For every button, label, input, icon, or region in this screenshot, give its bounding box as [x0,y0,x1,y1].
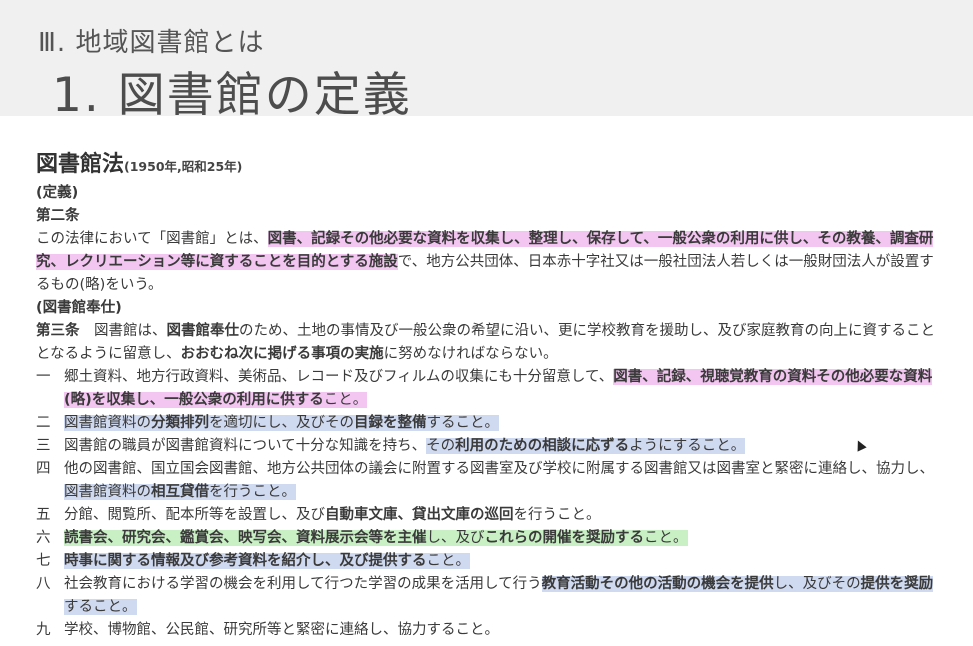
list-item-3: 三 図書館の職員が図書館資料について十分な知識を持ち、その利用のための相談に応ず… [36,435,940,458]
item-number: 九 [36,622,51,638]
item-bold: 自動車文庫、貸出文庫の巡回 [325,507,514,523]
list-item-1: 一 郷土資料、地方行政資料、美術品、レコード及びフィルムの収集にも十分留意して、… [36,366,940,412]
list-item-4: 四 他の図書館、国立国会図書館、地方公共団体の議会に附置する図書室及び学校に附属… [36,458,940,504]
article2-label: 第二条 [36,208,80,224]
item-highlight-bold: 分類排列 [151,415,209,431]
item-highlight-bold: 利用のための相談に応ずる [455,438,630,454]
law-title: 図書館法 [36,152,125,177]
list-item-7: 七 時事に関する情報及び参考資料を紹介し、及び提供すること。 [36,550,940,573]
item-number: 四 [36,461,51,477]
item-highlight: 図書館資料の [64,415,151,431]
item-highlight-bold: 提供する [368,553,427,569]
item-highlight: こと。 [644,530,688,546]
item-highlight: こと。 [426,553,470,569]
item-number: 八 [36,576,51,592]
article3-bold-1: 図書館奉仕 [166,323,240,339]
article2-text-1: この法律において「図書館」とは、 [36,231,268,247]
article3-label: 第三条 [36,323,80,339]
article3-text: 第三条 図書館は、図書館奉仕のため、土地の事情及び一般公衆の希望に沿い、更に学校… [36,320,940,366]
item-text: 分館、閲覧所、配本所等を設置し、及び [64,507,325,523]
slide-header: Ⅲ. 地域図書館とは 1. 図書館の定義 [0,0,973,123]
article2-heading: (定義) [36,185,79,201]
item-highlight: すること。 [426,415,499,431]
law-year: (1950年,昭和25年) [124,159,243,174]
item-highlight-tail: こと。 [323,392,368,408]
item-highlight-bold: 目録を整備 [354,415,427,431]
item-number: 一 [36,369,51,385]
item-number: 七 [36,553,51,569]
item-highlight: を適切にし、及びその [209,415,354,431]
article3-heading: (図書館奉仕) [36,300,122,316]
article3-text-1: 図書館は、 [79,323,167,339]
item-number: 五 [36,507,51,523]
section-subtitle: Ⅲ. 地域図書館とは [38,28,265,58]
item-text: を行うこと。 [513,507,601,523]
list-item-6: 六 読書会、研究会、鑑賞会、映写会、資料展示会等を主催し、及びこれらの開催を奨励… [36,527,940,550]
item-highlight: し、及び [426,530,485,546]
item-highlight: 図書館資料の [64,484,151,500]
item-text: 図書館の職員が図書館資料について十分な知識を持ち、 [64,438,427,454]
item-number: 二 [36,415,51,431]
law-heading: 図書館法(1950年,昭和25年) [36,148,940,182]
slide-body: 図書館法(1950年,昭和25年) (定義) 第二条 この法律において「図書館」… [36,148,940,642]
item-text: 学校、博物館、公民館、研究所等と緊密に連絡し、協力すること。 [64,622,499,638]
article3-bold-2: おおむね次に掲げる事項の実施 [180,346,384,362]
item-highlight-bold: 読書会、研究会、鑑賞会、映写会、資料展示会等を主催 [64,530,427,546]
item-highlight: を行うこと。 [209,484,296,500]
list-item-9: 九 学校、博物館、公民館、研究所等と緊密に連絡し、協力すること。 [36,619,940,642]
list-item-8: 八 社会教育における学習の機会を利用して行つた学習の成果を活用して行う教育活動そ… [36,573,940,619]
item-highlight: その [426,438,456,454]
item-number: 三 [36,438,51,454]
list-item-2: 二 図書館資料の分類排列を適切にし、及びその目録を整備すること。 [36,412,940,435]
item-text: 郷土資料、地方行政資料、美術品、レコード及びフィルムの収集にも十分留意して、 [64,369,614,385]
item-highlight-bold: 時事に関する情報及び参考資料を紹介 [64,553,311,569]
item-highlight: すること。 [64,599,137,615]
item-text: 他の図書館、国立国会図書館、地方公共団体の議会に附置する図書室及び学校に附属する… [64,461,934,477]
item-text: 社会教育における学習の機会を利用して行つた学習の成果を活用して行う [64,576,542,592]
item-highlight-bold: 教育活動その他の活動の機会を提供 [541,576,774,592]
item-highlight-bold: 提供を奨励 [860,576,934,592]
item-highlight-bold: 相互貸借 [151,484,209,500]
item-highlight: し、及びその [773,576,861,592]
item-highlight-bold: これらの開催を奨励する [484,530,644,546]
item-highlight: ようにすること。 [629,438,746,454]
article3-text-3: に努めなければならない。 [383,346,558,362]
page-title: 1. 図書館の定義 [52,68,412,123]
list-item-5: 五 分館、閲覧所、配本所等を設置し、及び自動車文庫、貸出文庫の巡回を行うこと。 [36,504,940,527]
item-highlight: し、及び [310,553,369,569]
item-number: 六 [36,530,51,546]
article2-text: この法律において「図書館」とは、図書、記録その他必要な資料を収集し、整理し、保存… [36,228,940,297]
